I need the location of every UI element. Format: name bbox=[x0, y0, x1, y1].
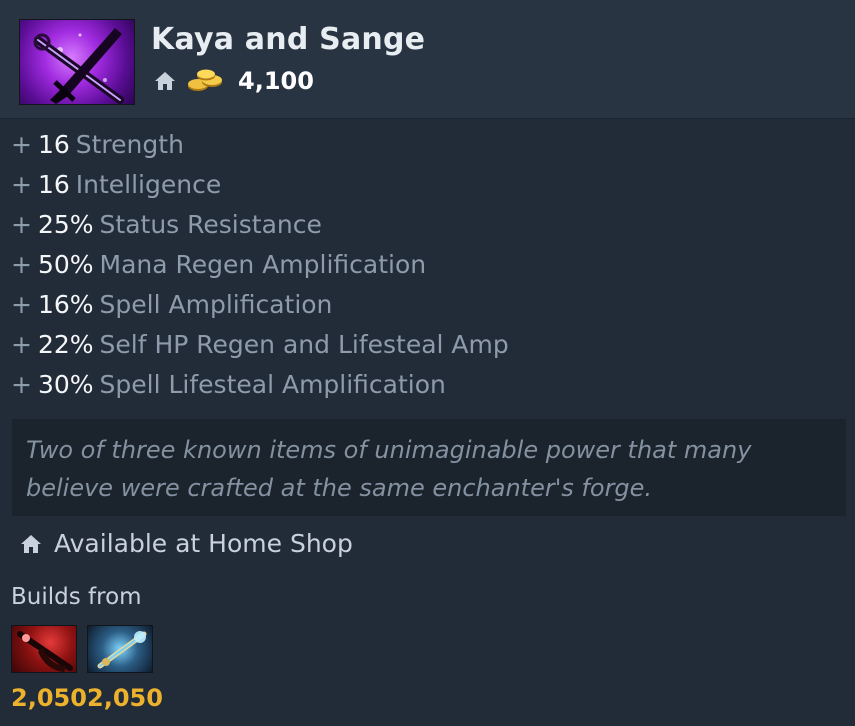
kaya-and-sange-icon bbox=[19, 19, 135, 105]
attribute-row: +30% Spell Lifesteal Amplification bbox=[11, 366, 509, 406]
lore-box: Two of three known items of unimaginable… bbox=[12, 419, 846, 516]
attribute-label: Status Resistance bbox=[99, 210, 322, 239]
attribute-value: 16 bbox=[37, 170, 70, 199]
attribute-label: Intelligence bbox=[75, 170, 222, 199]
attribute-value: 30% bbox=[37, 370, 94, 399]
availability-text: Available at Home Shop bbox=[54, 528, 353, 558]
component-cost: 2,050 bbox=[11, 684, 87, 712]
attribute-label: Spell Amplification bbox=[99, 290, 333, 319]
attribute-label: Spell Lifesteal Amplification bbox=[99, 370, 446, 399]
attribute-row: +25% Status Resistance bbox=[11, 206, 509, 246]
item-cost: 4,100 bbox=[238, 67, 314, 95]
attribute-value: 16% bbox=[37, 290, 94, 319]
attribute-label: Mana Regen Amplification bbox=[99, 250, 427, 279]
availability-row: Available at Home Shop bbox=[20, 526, 353, 560]
attribute-row: +16% Spell Amplification bbox=[11, 286, 509, 326]
home-icon bbox=[154, 70, 176, 92]
attribute-sign: + bbox=[11, 170, 32, 199]
item-cost-row: 4,100 bbox=[154, 64, 314, 98]
attribute-list: +16 Strength +16 Intelligence +25% Status R… bbox=[11, 126, 509, 406]
attribute-sign: + bbox=[11, 370, 32, 399]
kaya-icon[interactable] bbox=[87, 625, 153, 673]
gold-coins-icon bbox=[186, 67, 224, 95]
builds-from-label: Builds from bbox=[11, 584, 142, 610]
attribute-value: 25% bbox=[37, 210, 94, 239]
sange-icon[interactable] bbox=[11, 625, 77, 673]
attribute-sign: + bbox=[11, 290, 32, 319]
item-title: Kaya and Sange bbox=[151, 22, 426, 57]
attribute-value: 22% bbox=[37, 330, 94, 359]
attribute-row: +50% Mana Regen Amplification bbox=[11, 246, 509, 286]
attribute-value: 50% bbox=[37, 250, 94, 279]
lore-line: believe were crafted at the same enchant… bbox=[26, 474, 653, 502]
item-tooltip: Kaya and Sange 4,100 +16 Strength + 16 I… bbox=[0, 0, 855, 726]
attribute-row: +22% Self HP Regen and Lifesteal Amp bbox=[11, 326, 509, 366]
attribute-sign: + bbox=[11, 330, 32, 359]
home-icon bbox=[20, 532, 42, 554]
attribute-value: 16 bbox=[37, 130, 70, 159]
component-cost: 2,050 bbox=[87, 684, 163, 712]
attribute-row: +16 Strength bbox=[11, 126, 509, 166]
attribute-sign: + bbox=[11, 210, 32, 239]
lore-line: Two of three known items of unimaginable… bbox=[26, 436, 752, 464]
attribute-label: Strength bbox=[75, 130, 184, 159]
tooltip-header: Kaya and Sange 4,100 bbox=[0, 0, 855, 119]
attribute-row: +16 Intelligence bbox=[11, 166, 509, 206]
attribute-sign: + bbox=[11, 130, 32, 159]
attribute-sign: + bbox=[11, 250, 32, 279]
attribute-label: Self HP Regen and Lifesteal Amp bbox=[99, 330, 509, 359]
